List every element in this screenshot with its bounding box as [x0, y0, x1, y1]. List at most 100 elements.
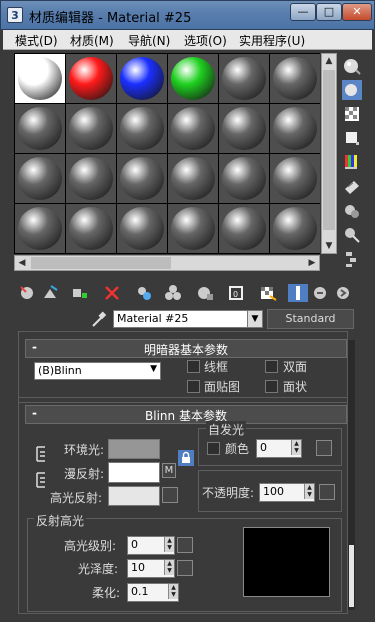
- menu-utilities[interactable]: 实用程序(U): [239, 32, 305, 49]
- sample-slot[interactable]: [66, 104, 116, 153]
- sample-slot[interactable]: [168, 54, 218, 103]
- scroll-right-icon[interactable]: ▶: [305, 256, 319, 270]
- glossiness-spinner[interactable]: 10 ▲ ▼: [127, 559, 175, 578]
- show-end-result-icon[interactable]: [288, 284, 308, 302]
- go-forward-to-sibling-icon[interactable]: [333, 284, 353, 302]
- title-bar[interactable]: 3 材质编辑器 - Material #25 — □ ✕: [0, 0, 375, 30]
- sample-slot[interactable]: [168, 104, 218, 153]
- sample-slot[interactable]: [219, 204, 269, 253]
- material-name-field[interactable]: Material #25 ▼: [113, 310, 263, 328]
- background-icon[interactable]: [342, 104, 362, 124]
- material-type-button[interactable]: Standard: [267, 309, 354, 329]
- assign-to-selection-icon[interactable]: [70, 284, 90, 302]
- soften-spinner[interactable]: 0.1 ▲ ▼: [127, 583, 179, 602]
- face-map-checkbox[interactable]: [187, 380, 200, 393]
- sample-slot[interactable]: [15, 154, 65, 203]
- wire-checkbox[interactable]: [187, 360, 200, 373]
- backlight-icon[interactable]: [342, 80, 362, 100]
- spinner-arrows-icon[interactable]: ▲ ▼: [164, 560, 174, 575]
- material-id-channel-icon[interactable]: 0: [227, 284, 247, 302]
- options-icon[interactable]: [342, 201, 362, 221]
- sample-slot[interactable]: [66, 154, 116, 203]
- scroll-up-icon[interactable]: ▲: [322, 54, 336, 68]
- specular-level-map-button[interactable]: [177, 537, 193, 553]
- sample-slot[interactable]: [219, 104, 269, 153]
- copy-material-icon[interactable]: [134, 284, 154, 302]
- sample-slot[interactable]: [66, 204, 116, 253]
- sample-slot[interactable]: [15, 204, 65, 253]
- put-to-scene-icon[interactable]: [41, 284, 61, 302]
- self-illum-spinner[interactable]: 0 ▲ ▼: [256, 439, 302, 458]
- maximize-button[interactable]: □: [316, 3, 342, 21]
- make-preview-icon[interactable]: [342, 177, 362, 197]
- video-color-check-icon[interactable]: [342, 152, 362, 172]
- diffuse-label: 漫反射:: [64, 467, 105, 481]
- specular-map-button[interactable]: [162, 487, 178, 503]
- put-to-library-icon[interactable]: [195, 284, 215, 302]
- menu-mode[interactable]: 模式(D): [15, 32, 58, 49]
- sample-slot[interactable]: [270, 104, 320, 153]
- spinner-arrows-icon[interactable]: ▲ ▼: [164, 537, 174, 552]
- sample-slot[interactable]: [219, 54, 269, 103]
- self-illum-map-button[interactable]: [316, 440, 332, 456]
- sample-slot[interactable]: [270, 154, 320, 203]
- sample-type-icon[interactable]: [342, 56, 362, 76]
- scroll-thumb-h[interactable]: [31, 257, 171, 269]
- sample-slot[interactable]: [270, 204, 320, 253]
- menu-material[interactable]: 材质(M): [70, 32, 114, 49]
- get-material-icon[interactable]: [18, 284, 38, 302]
- minimize-button[interactable]: —: [290, 3, 316, 21]
- specular-color-swatch[interactable]: [108, 486, 160, 506]
- sample-slot[interactable]: [117, 204, 167, 253]
- lock-bracket-icon[interactable]: [34, 470, 48, 490]
- sample-slot[interactable]: [66, 54, 116, 103]
- faceted-checkbox[interactable]: [265, 380, 278, 393]
- specular-highlights-title: 反射高光: [34, 512, 87, 529]
- show-map-in-viewport-icon[interactable]: [258, 284, 278, 302]
- uv-tiling-icon[interactable]: [342, 128, 362, 148]
- panel-scrollbar[interactable]: [348, 340, 355, 610]
- diffuse-map-button[interactable]: M: [162, 463, 176, 478]
- two-sided-checkbox[interactable]: [265, 360, 278, 373]
- make-unique-icon[interactable]: [163, 284, 183, 302]
- go-to-parent-icon[interactable]: [310, 284, 330, 302]
- grid-vertical-scrollbar[interactable]: ▲ ▼: [321, 53, 337, 254]
- select-by-material-icon[interactable]: [342, 225, 362, 245]
- menu-navigation[interactable]: 导航(N): [128, 32, 170, 49]
- lock-icon[interactable]: [178, 450, 194, 466]
- spinner-arrows-icon[interactable]: ▲ ▼: [304, 484, 314, 499]
- close-button[interactable]: ✕: [342, 3, 372, 21]
- spinner-arrows-icon[interactable]: ▲ ▼: [291, 440, 301, 455]
- sample-slot[interactable]: [15, 104, 65, 153]
- sample-slot[interactable]: [117, 54, 167, 103]
- chevron-down-icon[interactable]: ▼: [247, 311, 262, 327]
- sample-slot[interactable]: [270, 54, 320, 103]
- diffuse-color-swatch[interactable]: [108, 462, 160, 483]
- scroll-left-icon[interactable]: ◀: [15, 256, 29, 270]
- sample-slot[interactable]: [219, 154, 269, 203]
- menu-options[interactable]: 选项(O): [184, 32, 227, 49]
- material-navigator-icon[interactable]: [342, 249, 362, 269]
- sample-slot[interactable]: [168, 154, 218, 203]
- spinner-arrows-icon[interactable]: ▲ ▼: [168, 584, 178, 599]
- material-sphere-icon: [171, 207, 215, 250]
- material-sphere-icon: [69, 107, 113, 150]
- sample-slot[interactable]: [15, 54, 65, 103]
- sample-slot[interactable]: [168, 204, 218, 253]
- scroll-thumb[interactable]: [323, 70, 335, 230]
- grid-horizontal-scrollbar[interactable]: ◀ ▶: [14, 255, 320, 271]
- shader-type-dropdown[interactable]: (B)Blinn ▼: [34, 362, 161, 380]
- glossiness-map-button[interactable]: [177, 560, 193, 576]
- opacity-spinner[interactable]: 100 ▲ ▼: [259, 483, 315, 502]
- self-illum-color-checkbox[interactable]: [207, 442, 220, 455]
- scroll-down-icon[interactable]: ▼: [322, 239, 336, 253]
- lock-bracket-icon[interactable]: [34, 444, 48, 464]
- panel-scroll-thumb[interactable]: [349, 545, 354, 607]
- opacity-map-button[interactable]: [319, 484, 335, 500]
- eyedropper-icon[interactable]: [90, 309, 108, 329]
- ambient-color-swatch[interactable]: [108, 439, 160, 459]
- sample-slot[interactable]: [117, 104, 167, 153]
- specular-level-spinner[interactable]: 0 ▲ ▼: [127, 536, 175, 555]
- reset-map-icon[interactable]: [102, 284, 122, 302]
- sample-slot[interactable]: [117, 154, 167, 203]
